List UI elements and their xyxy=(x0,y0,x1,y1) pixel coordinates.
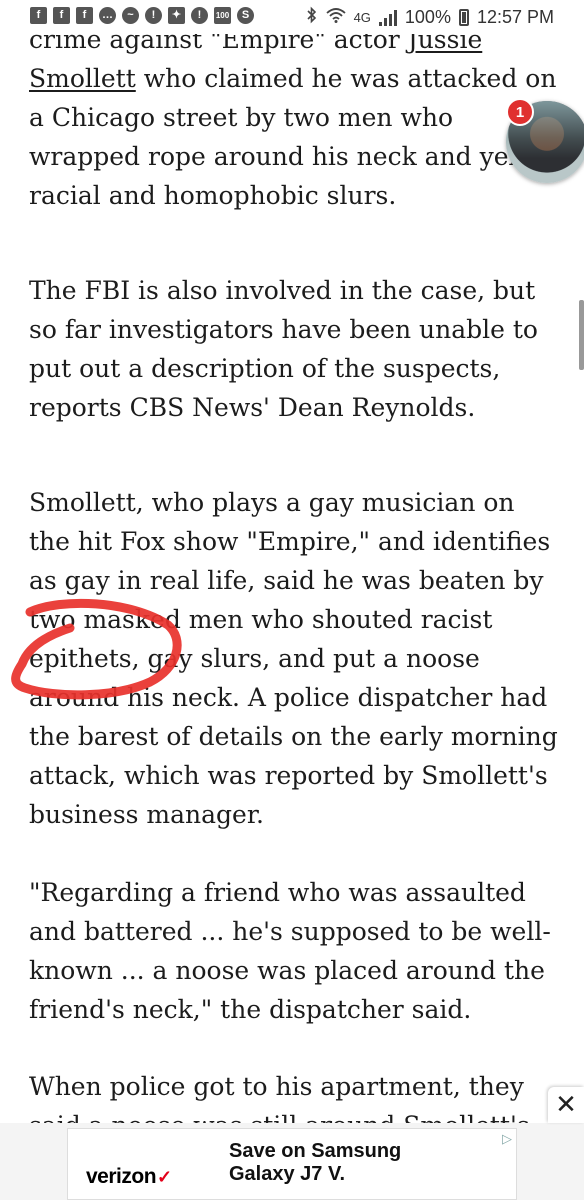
scrollbar[interactable] xyxy=(579,300,584,370)
ad-close-button[interactable]: ✕ xyxy=(548,1087,584,1123)
signal-icon xyxy=(378,9,397,26)
status-bar: f f f … ~ ! ✦ ! 100 S 4G 100% 12:57 PM xyxy=(0,0,584,34)
facebook-icon: f xyxy=(53,7,70,24)
verizon-logo: verizon✓ xyxy=(86,1165,172,1189)
shazam-icon: S xyxy=(237,7,254,24)
system-indicators: 4G 100% 12:57 PM xyxy=(306,6,554,29)
paragraph: "Regarding a friend who was assaulted an… xyxy=(29,878,551,1024)
paragraph: Smollett, who plays a gay musician on th… xyxy=(29,488,558,829)
ad-headline: Save on Samsung Galaxy J7 V. xyxy=(229,1140,402,1185)
messenger-icon: ~ xyxy=(122,7,139,24)
network-type: 4G xyxy=(353,10,371,25)
paragraph: The FBI is also involved in the case, bu… xyxy=(29,276,538,422)
paragraph: crime against "Empire" actor Jussie Smoll… xyxy=(29,20,559,215)
adchoices-icon[interactable]: ▷ xyxy=(502,1132,512,1147)
facebook-icon: f xyxy=(76,7,93,24)
ad-banner[interactable]: verizon✓ Save on Samsung Galaxy J7 V. ▷ xyxy=(0,1123,584,1200)
alert-icon: ! xyxy=(145,7,162,24)
article-link[interactable]: Smollett xyxy=(29,64,136,93)
checkmark-icon: ✓ xyxy=(157,1167,172,1187)
news100-icon: 100 xyxy=(214,7,231,24)
wifi-icon xyxy=(325,7,346,28)
battery-percent: 100% xyxy=(404,7,451,27)
chat-head-badge: 1 xyxy=(506,98,534,126)
battery-icon xyxy=(458,9,469,26)
alert-icon: ! xyxy=(191,7,208,24)
flipboard-icon: f xyxy=(30,7,47,24)
bluetooth-icon xyxy=(306,6,318,29)
clock: 12:57 PM xyxy=(476,7,554,27)
notification-icons: f f f … ~ ! ✦ ! 100 S xyxy=(30,7,254,24)
messages-icon: … xyxy=(99,7,116,24)
ad-brand: verizon xyxy=(86,1165,157,1188)
ad-creative[interactable]: verizon✓ Save on Samsung Galaxy J7 V. ▷ xyxy=(67,1128,517,1200)
gear-icon: ✦ xyxy=(168,7,185,24)
